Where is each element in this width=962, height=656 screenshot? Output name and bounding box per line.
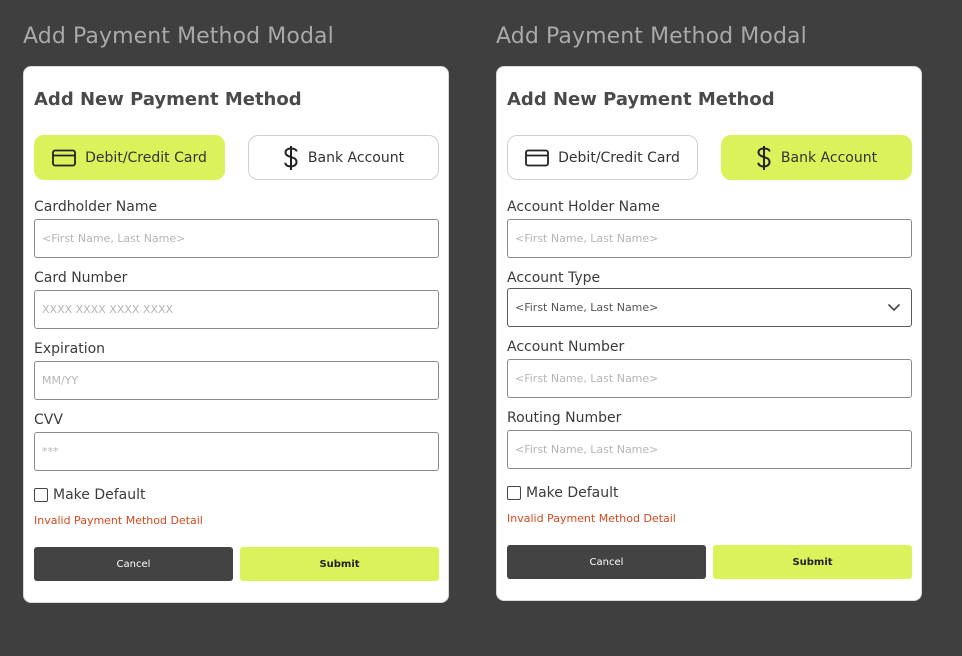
chevron-down-icon [887, 299, 901, 317]
cancel-button[interactable]: Cancel [507, 545, 706, 579]
credit-card-icon [52, 149, 77, 167]
error-message: Invalid Payment Method Detail [507, 512, 676, 525]
cvv-label: CVV [34, 412, 63, 428]
cvv-input[interactable] [34, 432, 439, 471]
account-type-value: <First Name, Last Name> [515, 301, 659, 314]
card-number-label: Card Number [34, 270, 128, 286]
modal-title: Add New Payment Method [507, 89, 775, 110]
tab-label: Bank Account [307, 149, 405, 166]
submit-button[interactable]: Submit [240, 547, 439, 581]
make-default-checkbox-row[interactable]: Make Default [507, 485, 618, 501]
frame-title: Add Payment Method Modal [496, 24, 807, 49]
credit-card-icon [525, 149, 550, 167]
tab-label: Bank Account [780, 149, 878, 166]
modal-title: Add New Payment Method [34, 89, 302, 110]
expiration-label: Expiration [34, 341, 106, 357]
cancel-button[interactable]: Cancel [34, 547, 233, 581]
error-message: Invalid Payment Method Detail [34, 514, 203, 527]
account-type-label: Account Type [507, 270, 601, 286]
account-holder-name-input[interactable] [507, 219, 912, 258]
tab-label: Debit/Credit Card [558, 149, 680, 166]
dollar-icon [283, 145, 299, 171]
account-number-input[interactable] [507, 359, 912, 398]
tab-bank-account[interactable]: Bank Account [721, 135, 912, 180]
frame-title: Add Payment Method Modal [23, 24, 334, 49]
account-type-select[interactable]: <First Name, Last Name> [507, 288, 912, 327]
tab-debit-credit-card[interactable]: Debit/Credit Card [34, 135, 225, 180]
payment-modal-bank: Add New Payment Method Debit/Credit Card… [496, 66, 922, 601]
expiration-input[interactable] [34, 361, 439, 400]
account-holder-name-label: Account Holder Name [507, 199, 660, 215]
tab-bank-account[interactable]: Bank Account [248, 135, 439, 180]
make-default-label: Make Default [53, 487, 146, 503]
make-default-label: Make Default [526, 485, 619, 501]
make-default-checkbox-row[interactable]: Make Default [34, 487, 145, 503]
card-number-input[interactable] [34, 290, 439, 329]
payment-modal-card: Add New Payment Method Debit/Credit Card… [23, 66, 449, 603]
make-default-checkbox[interactable] [507, 486, 521, 500]
tab-label: Debit/Credit Card [85, 149, 207, 166]
cardholder-name-label: Cardholder Name [34, 199, 158, 215]
tab-debit-credit-card[interactable]: Debit/Credit Card [507, 135, 698, 180]
make-default-checkbox[interactable] [34, 488, 48, 502]
routing-number-label: Routing Number [507, 410, 622, 426]
dollar-icon [756, 145, 772, 171]
submit-button[interactable]: Submit [713, 545, 912, 579]
account-number-label: Account Number [507, 339, 625, 355]
routing-number-input[interactable] [507, 430, 912, 469]
cardholder-name-input[interactable] [34, 219, 439, 258]
